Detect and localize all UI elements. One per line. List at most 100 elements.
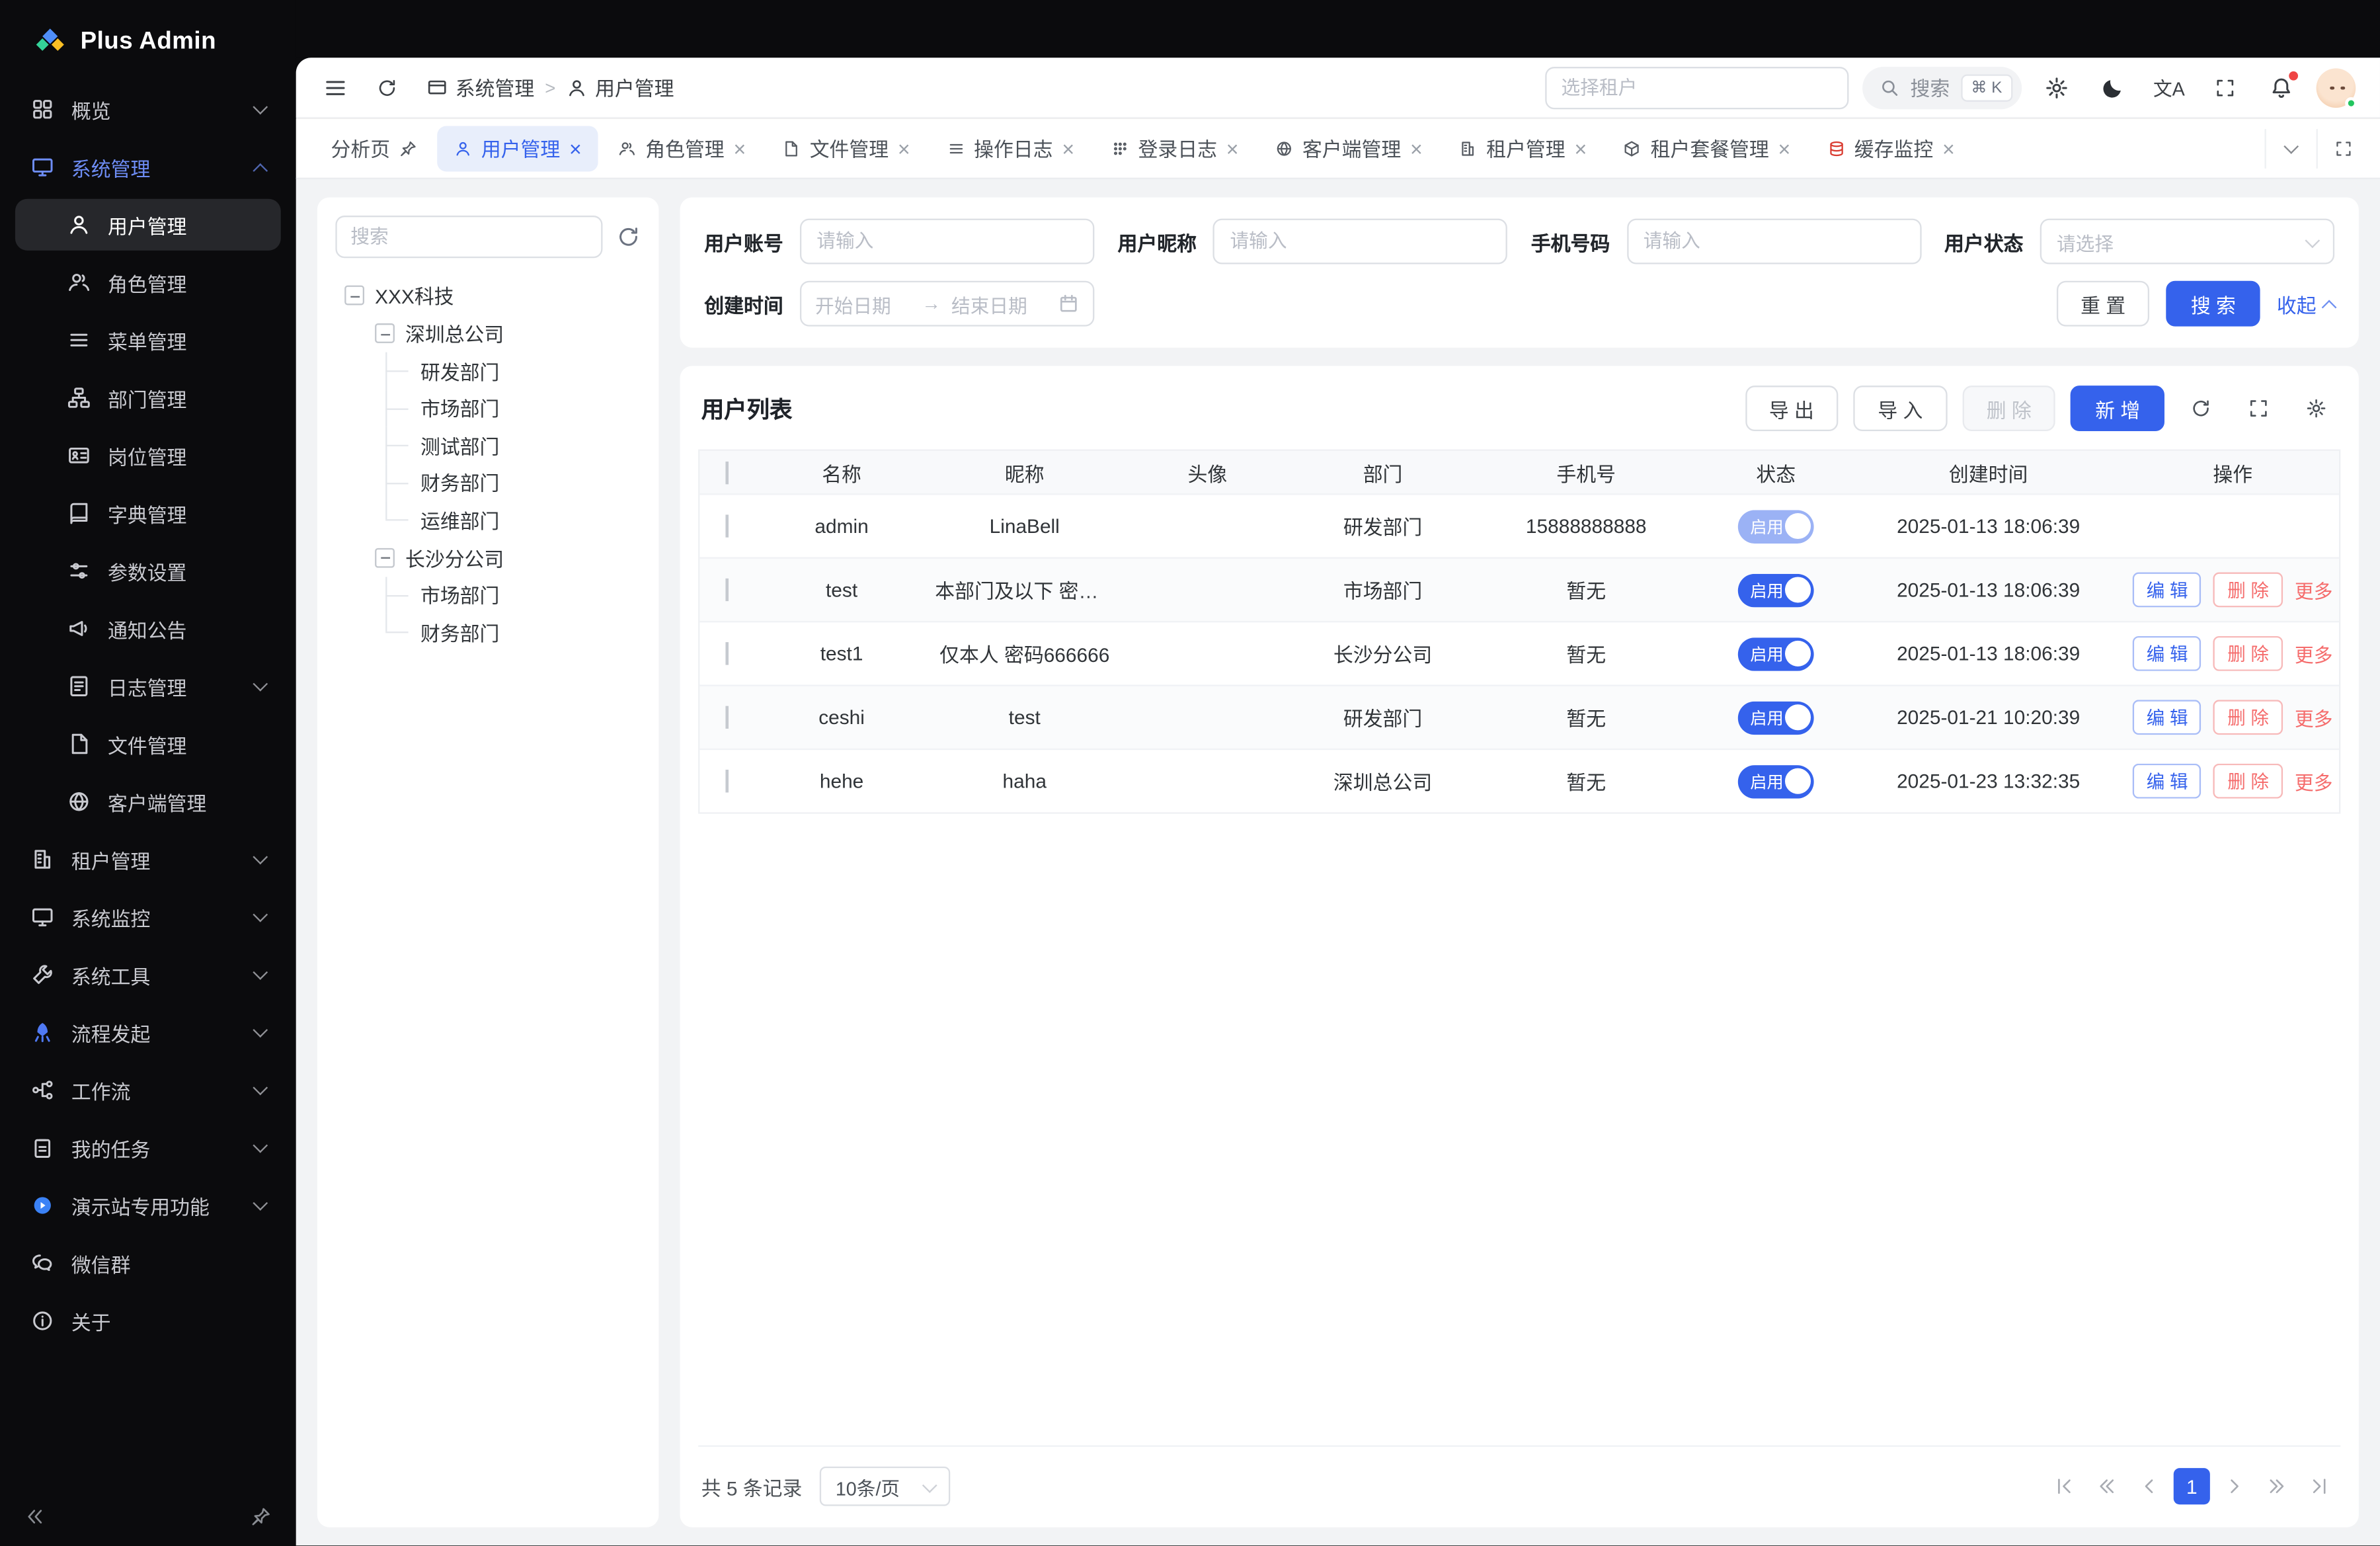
collapse-filters-link[interactable]: 收起 [2277, 289, 2334, 318]
tree-leaf[interactable]: 市场部门 [335, 576, 640, 613]
first-page-button[interactable] [2046, 1468, 2082, 1504]
tree-expand-toggle[interactable] [375, 548, 395, 567]
dark-mode-moon-icon[interactable] [2092, 66, 2134, 108]
tree-leaf[interactable]: 研发部门 [335, 352, 640, 389]
tree-node-branch[interactable]: 深圳总公司 [335, 314, 640, 352]
reset-button[interactable]: 重 置 [2056, 281, 2149, 327]
tab-tenant-management[interactable]: 租户管理 × [1443, 125, 1604, 171]
status-toggle[interactable]: 启用 [1738, 764, 1814, 798]
sidebar-item-tenant-management[interactable]: 租户管理 [15, 833, 281, 885]
sidebar-item-user-management[interactable]: 用户管理 [15, 199, 281, 251]
tab-file-management[interactable]: 文件管理 × [766, 125, 927, 171]
status-toggle[interactable]: 启用 [1738, 637, 1814, 671]
close-icon[interactable]: × [1410, 138, 1423, 159]
edit-button[interactable]: 编 辑 [2133, 636, 2202, 671]
global-search[interactable]: 搜索 ⌘ K [1862, 66, 2022, 108]
tab-login-log[interactable]: 登录日志 × [1094, 125, 1255, 171]
prev-page-button[interactable] [2131, 1468, 2167, 1504]
date-range-picker[interactable]: 开始日期 → 结束日期 [800, 281, 1094, 327]
sidebar-item-my-tasks[interactable]: 我的任务 [15, 1122, 281, 1174]
sidebar-item-overview[interactable]: 概览 [15, 83, 281, 135]
tab-cache-monitor[interactable]: 缓存监控 × [1810, 125, 1971, 171]
edit-button[interactable]: 编 辑 [2133, 573, 2202, 608]
tab-tenant-package-management[interactable]: 租户套餐管理 × [1606, 125, 1807, 171]
close-icon[interactable]: × [569, 138, 582, 159]
export-button[interactable]: 导 出 [1745, 386, 1838, 431]
status-toggle[interactable]: 启用 [1738, 573, 1814, 607]
tree-leaf[interactable]: 测试部门 [335, 427, 640, 464]
edit-button[interactable]: 编 辑 [2133, 764, 2202, 799]
tree-leaf[interactable]: 市场部门 [335, 389, 640, 427]
phone-input[interactable] [1626, 219, 1921, 264]
pin-icon[interactable] [251, 1506, 272, 1527]
close-icon[interactable]: × [1062, 138, 1074, 159]
tab-user-management[interactable]: 用户管理 × [437, 125, 598, 171]
sidebar-item-dict-management[interactable]: 字典管理 [15, 487, 281, 539]
tab-role-management[interactable]: 角色管理 × [602, 125, 763, 171]
nickname-input[interactable] [1213, 219, 1507, 264]
sidebar-item-about[interactable]: 关于 [15, 1295, 281, 1346]
import-button[interactable]: 导 入 [1854, 386, 1947, 431]
sidebar-item-notice[interactable]: 通知公告 [15, 602, 281, 654]
content-fullscreen-icon[interactable] [2317, 128, 2368, 168]
tab-operation-log[interactable]: 操作日志 × [930, 125, 1091, 171]
close-icon[interactable]: × [1226, 138, 1239, 159]
sidebar-item-dept-management[interactable]: 部门管理 [15, 372, 281, 423]
row-checkbox[interactable] [725, 770, 729, 792]
close-icon[interactable]: × [1574, 138, 1587, 159]
sidebar-item-menu-management[interactable]: 菜单管理 [15, 314, 281, 366]
tree-leaf[interactable]: 财务部门 [335, 614, 640, 651]
tree-refresh-icon[interactable] [616, 225, 641, 249]
table-settings-gear-icon[interactable] [2295, 389, 2337, 428]
sidebar-item-client-management[interactable]: 客户端管理 [15, 776, 281, 827]
page-size-select[interactable]: 10条/页 [820, 1467, 950, 1506]
edit-button[interactable]: 编 辑 [2133, 700, 2202, 735]
sidebar-item-file-management[interactable]: 文件管理 [15, 718, 281, 770]
notifications-bell-icon[interactable] [2260, 66, 2303, 108]
tree-expand-toggle[interactable] [344, 286, 364, 305]
status-select[interactable]: 请选择 [2040, 219, 2334, 264]
tree-node-root[interactable]: XXX科技 [335, 276, 640, 314]
refresh-page-icon[interactable] [366, 66, 408, 108]
next-page-button[interactable] [2216, 1468, 2252, 1504]
sidebar-item-system[interactable]: 系统管理 [15, 142, 281, 193]
sidebar-item-role-management[interactable]: 角色管理 [15, 257, 281, 308]
tree-node-branch[interactable]: 长沙分公司 [335, 538, 640, 576]
sidebar-item-process-start[interactable]: 流程发起 [15, 1006, 281, 1058]
tree-expand-toggle[interactable] [375, 323, 395, 343]
forward-pages-button[interactable] [2258, 1468, 2295, 1504]
sidebar-item-param-settings[interactable]: 参数设置 [15, 545, 281, 596]
sidebar-item-system-tools[interactable]: 系统工具 [15, 949, 281, 1000]
settings-gear-icon[interactable] [2036, 66, 2078, 108]
pin-icon[interactable] [399, 139, 418, 157]
tree-leaf[interactable]: 运维部门 [335, 501, 640, 538]
sidebar-item-system-monitor[interactable]: 系统监控 [15, 891, 281, 943]
page-number-current[interactable]: 1 [2174, 1468, 2210, 1504]
tree-leaf[interactable]: 财务部门 [335, 464, 640, 501]
tenant-select-input[interactable] [1544, 66, 1848, 108]
more-actions-link[interactable]: 更多 [2295, 639, 2332, 669]
close-icon[interactable]: × [733, 138, 746, 159]
table-refresh-icon[interactable] [2180, 389, 2222, 428]
more-actions-link[interactable]: 更多 [2295, 766, 2332, 795]
delete-row-button[interactable]: 删 除 [2214, 636, 2283, 671]
tab-analysis[interactable]: 分析页 [314, 125, 434, 171]
row-checkbox[interactable] [725, 706, 729, 729]
sidebar-item-workflow[interactable]: 工作流 [15, 1064, 281, 1116]
delete-button[interactable]: 删 除 [1962, 386, 2055, 431]
table-fullscreen-icon[interactable] [2237, 389, 2280, 428]
sidebar-item-post-management[interactable]: 岗位管理 [15, 430, 281, 481]
close-icon[interactable]: × [898, 138, 910, 159]
translate-icon[interactable]: 文A [2148, 66, 2190, 108]
user-avatar[interactable] [2317, 67, 2356, 107]
select-all-checkbox[interactable] [725, 461, 729, 483]
delete-row-button[interactable]: 删 除 [2214, 764, 2283, 799]
tab-client-management[interactable]: 客户端管理 × [1258, 125, 1439, 171]
row-checkbox[interactable] [725, 579, 729, 601]
tree-search-input[interactable] [335, 216, 602, 258]
delete-row-button[interactable]: 删 除 [2214, 700, 2283, 735]
more-actions-link[interactable]: 更多 [2295, 575, 2332, 604]
status-toggle[interactable]: 启用 [1738, 509, 1814, 543]
row-checkbox[interactable] [725, 514, 729, 537]
breadcrumb-parent[interactable]: 系统管理 [426, 73, 534, 102]
